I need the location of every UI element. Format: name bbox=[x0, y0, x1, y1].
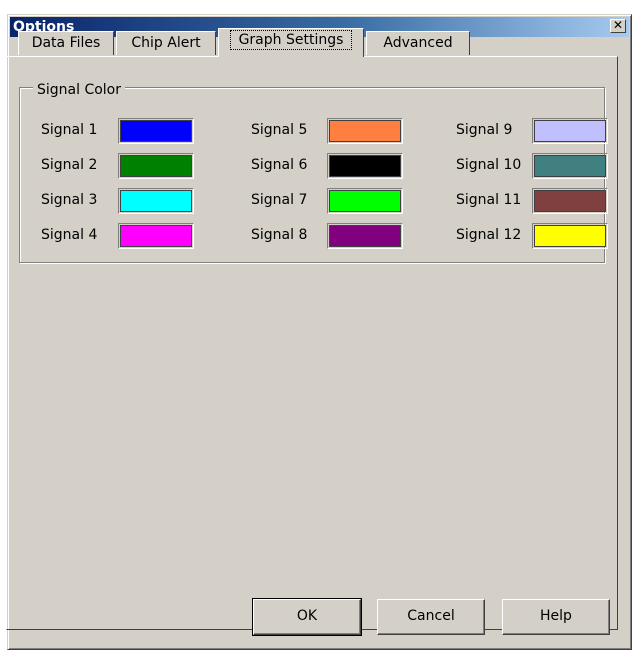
cancel-button[interactable]: Cancel bbox=[377, 599, 485, 635]
signal-label: Signal 6 bbox=[251, 157, 308, 173]
tab-label: Advanced bbox=[383, 35, 453, 51]
color-swatch bbox=[534, 120, 606, 142]
signal-label: Signal 9 bbox=[456, 122, 513, 138]
signal-label: Signal 4 bbox=[41, 227, 98, 243]
ok-button[interactable]: OK bbox=[252, 598, 362, 636]
signal-label: Signal 5 bbox=[251, 122, 308, 138]
color-swatch bbox=[329, 155, 401, 177]
signal-label: Signal 12 bbox=[456, 227, 522, 243]
signal-label: Signal 8 bbox=[251, 227, 308, 243]
signal-label: Signal 10 bbox=[456, 157, 522, 173]
signal-12-color-button[interactable] bbox=[532, 223, 608, 249]
color-swatch bbox=[534, 190, 606, 212]
signal-10-color-button[interactable] bbox=[532, 153, 608, 179]
color-swatch bbox=[120, 190, 192, 212]
tab-data-files[interactable]: Data Files bbox=[18, 31, 114, 55]
tab-advanced[interactable]: Advanced bbox=[366, 31, 470, 55]
signal-1-color-button[interactable] bbox=[118, 118, 194, 144]
signal-label: Signal 2 bbox=[41, 157, 98, 173]
signal-11-color-button[interactable] bbox=[532, 188, 608, 214]
tab-graph-settings[interactable]: Graph Settings bbox=[218, 28, 364, 57]
color-swatch bbox=[329, 225, 401, 247]
color-swatch bbox=[329, 190, 401, 212]
signal-7-color-button[interactable] bbox=[327, 188, 403, 214]
color-swatch bbox=[534, 155, 606, 177]
color-swatch bbox=[329, 120, 401, 142]
signal-5-color-button[interactable] bbox=[327, 118, 403, 144]
close-icon: ✕ bbox=[612, 18, 624, 32]
tab-label: Chip Alert bbox=[131, 35, 201, 51]
color-swatch bbox=[534, 225, 606, 247]
signal-label: Signal 3 bbox=[41, 192, 98, 208]
tab-label: Data Files bbox=[31, 35, 101, 51]
signal-3-color-button[interactable] bbox=[118, 188, 194, 214]
color-swatch bbox=[120, 155, 192, 177]
close-button[interactable]: ✕ bbox=[610, 19, 626, 33]
signal-6-color-button[interactable] bbox=[327, 153, 403, 179]
signal-9-color-button[interactable] bbox=[532, 118, 608, 144]
tab-label: Graph Settings bbox=[229, 30, 353, 50]
signal-label: Signal 11 bbox=[456, 192, 522, 208]
signal-2-color-button[interactable] bbox=[118, 153, 194, 179]
color-swatch bbox=[120, 120, 192, 142]
group-label: Signal Color bbox=[33, 82, 126, 98]
help-button[interactable]: Help bbox=[502, 599, 610, 635]
signal-label: Signal 7 bbox=[251, 192, 308, 208]
signal-4-color-button[interactable] bbox=[118, 223, 194, 249]
tab-chip-alert[interactable]: Chip Alert bbox=[116, 31, 216, 55]
color-swatch bbox=[120, 225, 192, 247]
signal-8-color-button[interactable] bbox=[327, 223, 403, 249]
signal-label: Signal 1 bbox=[41, 122, 98, 138]
